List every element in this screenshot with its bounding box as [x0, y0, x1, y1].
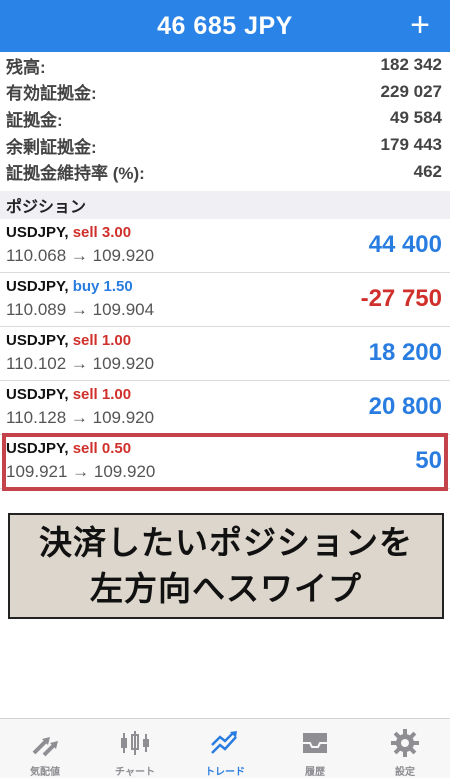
summary-label: 余剰証拠金: — [6, 137, 97, 157]
summary-label: 残高: — [6, 57, 46, 77]
position-profit: 20 800 — [368, 393, 442, 420]
position-side: sell 1.00 — [72, 332, 132, 349]
summary-row-margin-level: 証拠金維持率 (%): 462 — [0, 158, 450, 185]
summary-row-free-margin: 余剰証拠金: 179 443 — [0, 132, 450, 159]
position-side: sell 0.50 — [72, 440, 132, 457]
tab-label: チャート — [115, 767, 155, 778]
positions-section-header: ポジション — [0, 191, 450, 219]
history-inbox-icon — [297, 727, 333, 759]
position-profit: 18 200 — [368, 339, 442, 366]
new-order-plus-button[interactable]: + — [410, 7, 430, 43]
callout-line-2: 左方向へスワイプ — [90, 570, 362, 607]
tab-label: 履歴 — [305, 767, 325, 778]
tab-chart[interactable]: チャート — [90, 719, 180, 778]
summary-label: 有効証拠金: — [6, 84, 97, 104]
position-profit: 44 400 — [368, 231, 442, 258]
summary-label: 証拠金維持率 (%): — [6, 164, 145, 184]
tab-label: 気配値 — [30, 767, 60, 778]
position-prices: 109.921 → 109.920 — [6, 462, 156, 481]
position-symbol: USDJPY, — [6, 440, 69, 457]
account-summary: 残高: 182 342 有効証拠金: 229 027 証拠金: 49 584 余… — [0, 52, 450, 185]
summary-row-balance: 残高: 182 342 — [0, 52, 450, 79]
top-bar: 46 685 JPY + — [0, 0, 450, 52]
instruction-callout: 決済したいポジションを 左方向へスワイプ — [8, 513, 444, 619]
equity-title: 46 685 JPY — [157, 11, 293, 40]
summary-label: 証拠金: — [6, 110, 63, 130]
callout-line-1: 決済したいポジションを — [39, 524, 413, 561]
position-symbol: USDJPY, — [6, 332, 69, 349]
summary-value: 229 027 — [380, 81, 442, 101]
summary-row-margin: 証拠金: 49 584 — [0, 105, 450, 132]
summary-value: 182 342 — [380, 55, 442, 75]
summary-row-equity: 有効証拠金: 229 027 — [0, 79, 450, 106]
quotes-arrows-icon — [27, 727, 63, 759]
position-symbol: USDJPY, — [6, 224, 69, 241]
tab-settings[interactable]: 設定 — [360, 719, 450, 778]
candlestick-chart-icon — [117, 727, 153, 759]
position-profit: 50 — [415, 447, 442, 474]
summary-value: 462 — [413, 161, 442, 181]
position-symbol: USDJPY, — [6, 386, 69, 403]
position-row[interactable]: USDJPY, sell 1.00 110.102 → 109.920 18 2… — [0, 327, 450, 381]
tab-quotes[interactable]: 気配値 — [0, 719, 90, 778]
trade-trend-icon — [207, 727, 243, 759]
position-side: sell 3.00 — [72, 224, 132, 241]
position-row[interactable]: USDJPY, sell 0.50 109.921 → 109.920 50 — [0, 435, 450, 489]
summary-value: 49 584 — [390, 108, 442, 128]
bottom-tab-bar: 気配値 チャート トレード 履歴 設定 — [0, 718, 450, 778]
position-row[interactable]: USDJPY, sell 1.00 110.128 → 109.920 20 8… — [0, 381, 450, 435]
position-profit: -27 750 — [360, 285, 442, 312]
position-row[interactable]: USDJPY, sell 3.00 110.068 → 109.920 44 4… — [0, 219, 450, 273]
gear-icon — [387, 727, 423, 759]
position-symbol: USDJPY, — [6, 278, 69, 295]
tab-label: 設定 — [395, 767, 415, 778]
position-side: buy 1.50 — [72, 278, 133, 295]
positions-list: USDJPY, sell 3.00 110.068 → 109.920 44 4… — [0, 219, 450, 489]
position-side: sell 1.00 — [72, 386, 132, 403]
summary-value: 179 443 — [380, 135, 442, 155]
tab-trade[interactable]: トレード — [180, 719, 270, 778]
position-row[interactable]: USDJPY, buy 1.50 110.089 → 109.904 -27 7… — [0, 273, 450, 327]
tab-history[interactable]: 履歴 — [270, 719, 360, 778]
tab-label: トレード — [205, 767, 245, 778]
